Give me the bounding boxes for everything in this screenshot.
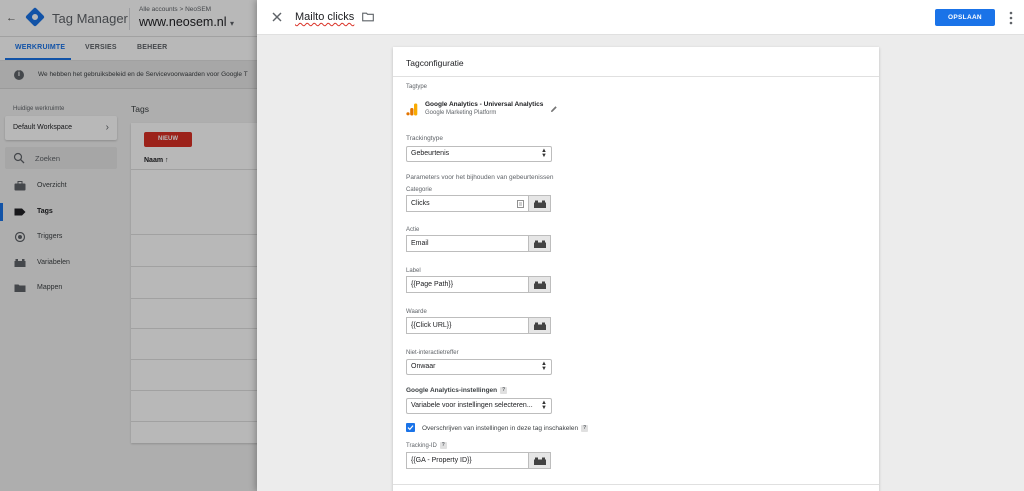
divider (393, 76, 879, 77)
help-icon[interactable]: ? (500, 387, 508, 394)
google-analytics-icon (406, 103, 418, 116)
label-field[interactable]: {{Page Path}} (406, 276, 528, 293)
tagtype-label: Tagtype (406, 84, 428, 90)
folder-icon[interactable] (362, 12, 374, 22)
label-value: {{Page Path}} (411, 281, 454, 288)
pencil-icon[interactable] (550, 105, 558, 113)
save-button[interactable]: OPSLAAN (935, 9, 995, 26)
more-vert-icon[interactable] (1009, 11, 1013, 25)
value-field[interactable]: {{Click URL}} (406, 317, 528, 334)
tracking-id-label: Tracking-ID? (406, 442, 447, 449)
variable-block-icon (534, 457, 546, 465)
panel-header: Mailto clicks OPSLAAN (257, 0, 1024, 35)
noninteraction-select[interactable]: Onwaar ▲ ▼ (406, 359, 552, 375)
variable-block-icon (534, 322, 546, 330)
value-label: Waarde (406, 309, 427, 315)
help-icon[interactable]: ? (439, 442, 447, 449)
modal-scrim[interactable] (0, 0, 257, 491)
value-value: {{Click URL}} (411, 322, 452, 329)
trackingtype-select[interactable]: Gebeurtenis ▲ ▼ (406, 146, 552, 162)
action-field[interactable]: Email (406, 235, 528, 252)
action-value: Email (411, 240, 429, 247)
close-icon[interactable] (271, 11, 283, 23)
divider (393, 484, 879, 485)
trackingtype-label: Trackingtype (406, 135, 443, 142)
category-field[interactable]: Clicks (406, 195, 528, 212)
ga-settings-text: Google Analytics-instellingen (406, 387, 498, 394)
tracking-id-text: Tracking-ID (406, 443, 437, 449)
variable-block-icon (534, 200, 546, 208)
category-value: Clicks (411, 200, 430, 207)
category-label: Categorie (406, 187, 433, 193)
ga-settings-value: Variabele voor instellingen selecteren..… (411, 402, 533, 409)
insert-variable-button[interactable] (528, 276, 551, 293)
insert-variable-button[interactable] (528, 317, 551, 334)
tagtype-name[interactable]: Google Analytics - Universal Analytics (425, 101, 543, 108)
card-title: Tagconfiguratie (406, 58, 464, 68)
ga-settings-select[interactable]: Variabele voor instellingen selecteren..… (406, 398, 552, 414)
trackingtype-value: Gebeurtenis (411, 150, 450, 157)
checkmark-icon (407, 425, 414, 431)
variable-block-icon (534, 240, 546, 248)
event-params-heading: Parameters voor het bijhouden van gebeur… (406, 174, 554, 181)
tracking-id-field[interactable]: {{GA - Property ID}} (406, 452, 528, 469)
action-label: Actie (406, 227, 420, 233)
insert-variable-button[interactable] (528, 235, 551, 252)
insert-variable-button[interactable] (528, 452, 551, 469)
tag-configuration-card: Tagconfiguratie Tagtype Google Analytics… (393, 47, 879, 491)
select-arrows-icon: ▲ ▼ (541, 148, 547, 159)
document-icon (517, 200, 524, 208)
select-arrows-icon: ▲ ▼ (541, 400, 547, 411)
tag-editor-panel: Mailto clicks OPSLAAN Tagconfiguratie Ta… (257, 0, 1024, 491)
override-settings-checkbox[interactable] (406, 423, 415, 432)
variable-block-icon (534, 281, 546, 289)
insert-variable-button[interactable] (528, 195, 551, 212)
override-settings-text: Overschrijven van instellingen in deze t… (422, 425, 579, 432)
select-arrows-icon: ▲ ▼ (541, 361, 547, 372)
help-icon[interactable]: ? (581, 425, 589, 432)
noninteraction-value: Onwaar (411, 363, 436, 370)
override-settings-label: Overschrijven van instellingen in deze t… (422, 425, 589, 432)
tracking-id-value: {{GA - Property ID}} (411, 457, 472, 464)
noninteraction-label: Niet-interactietreffer (406, 350, 459, 356)
tag-name-input[interactable]: Mailto clicks (295, 11, 354, 23)
ga-settings-label: Google Analytics-instellingen? (406, 387, 508, 394)
label-label: Label (406, 268, 421, 274)
tagtype-provider: Google Marketing Platform (425, 110, 497, 116)
